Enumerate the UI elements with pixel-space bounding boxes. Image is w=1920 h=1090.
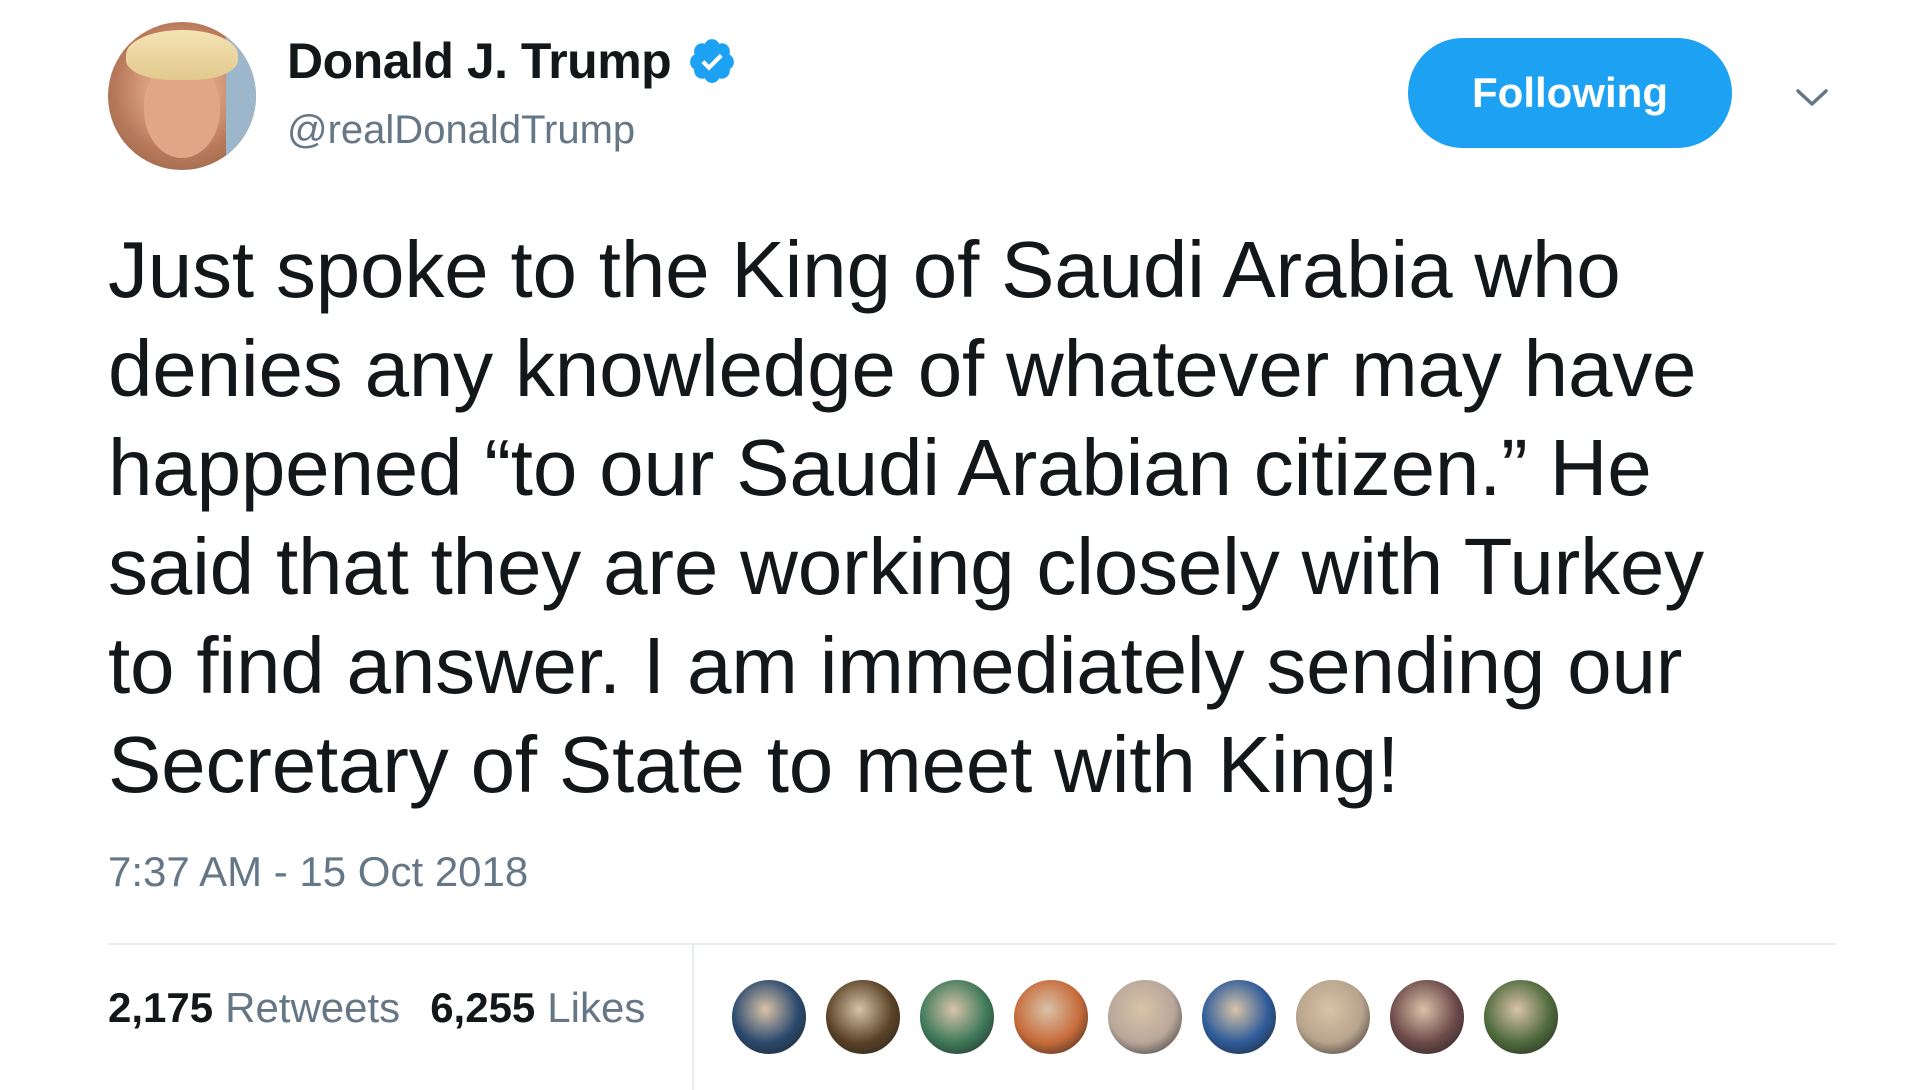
- tweet-card: Donald J. Trump @realDonaldTrump Followi…: [0, 0, 1920, 1090]
- likes-count: 6,255: [430, 984, 536, 1031]
- liker-avatar[interactable]: [1200, 978, 1278, 1056]
- retweets-label: Retweets: [225, 984, 401, 1031]
- liker-avatar[interactable]: [1106, 978, 1184, 1056]
- author-name-row: Donald J. Trump: [287, 32, 737, 90]
- liker-avatar[interactable]: [1294, 978, 1372, 1056]
- tweet-text-line: Just spoke to the King of Saudi Arabia w…: [108, 225, 1621, 314]
- likes-stat[interactable]: 6,255 Likes: [430, 984, 645, 1032]
- tweet-text-line: said that they are working closely with …: [108, 522, 1704, 611]
- following-button[interactable]: Following: [1408, 38, 1732, 148]
- tweet-timestamp[interactable]: 7:37 AM - 15 Oct 2018: [108, 848, 528, 896]
- tweet-text-line: denies any knowledge of whatever may hav…: [108, 324, 1697, 413]
- avatar[interactable]: [108, 22, 256, 170]
- liker-avatar[interactable]: [1482, 978, 1560, 1056]
- liker-avatar[interactable]: [730, 978, 808, 1056]
- divider: [108, 943, 1836, 945]
- author-handle[interactable]: @realDonaldTrump: [287, 108, 635, 153]
- liker-avatar[interactable]: [824, 978, 902, 1056]
- liker-avatars: [730, 978, 1560, 1056]
- tweet-text-line: Secretary of State to meet with King!: [108, 720, 1399, 809]
- author-display-name[interactable]: Donald J. Trump: [287, 32, 672, 90]
- liker-avatar[interactable]: [1388, 978, 1466, 1056]
- tweet-text-line: to find answer. I am immediately sending…: [108, 621, 1683, 710]
- verified-badge-icon: [690, 39, 735, 83]
- avatar-hair: [126, 30, 238, 80]
- retweets-count: 2,175: [108, 984, 214, 1031]
- liker-avatar[interactable]: [918, 978, 996, 1056]
- tweet-text: Just spoke to the King of Saudi Arabia w…: [108, 220, 1848, 814]
- tweet-stats: 2,175 Retweets 6,255 Likes: [108, 984, 645, 1032]
- retweets-stat[interactable]: 2,175 Retweets: [108, 984, 400, 1032]
- tweet-text-line: happened “to our Saudi Arabian citizen.”…: [108, 423, 1652, 512]
- likes-label: Likes: [547, 984, 646, 1031]
- stats-divider: [692, 945, 694, 1090]
- liker-avatar[interactable]: [1012, 978, 1090, 1056]
- chevron-down-icon[interactable]: [1792, 82, 1832, 112]
